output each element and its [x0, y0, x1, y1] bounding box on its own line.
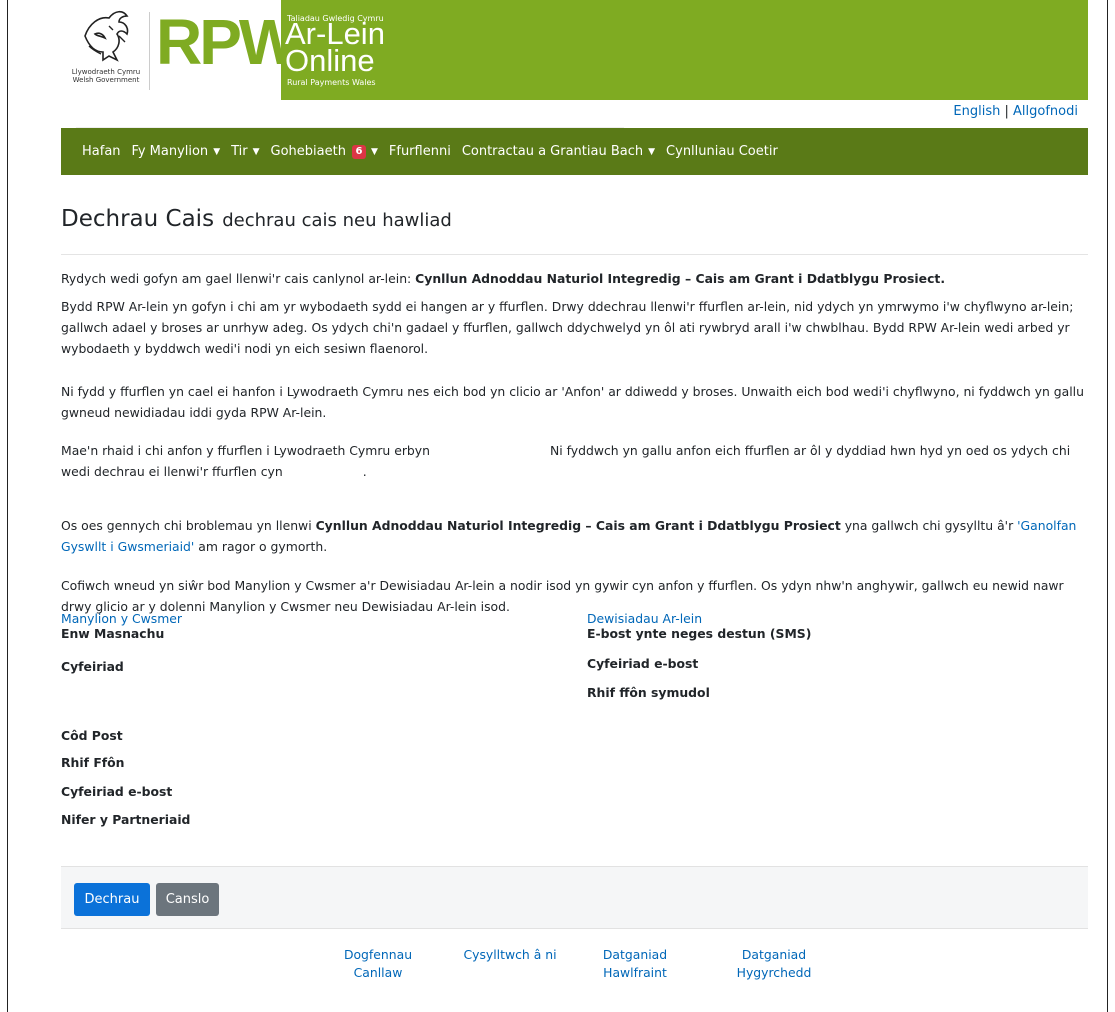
nav-ffurflenni[interactable]: Ffurflenni	[389, 144, 451, 159]
partners-label: Nifer y Partneriaid	[61, 812, 191, 827]
trading-name-label: Enw Masnachu	[61, 626, 165, 641]
customer-details-link[interactable]: Manylion y Cwsmer	[61, 611, 182, 627]
rpw-logo: RPW	[156, 6, 299, 78]
info-paragraph: Bydd RPW Ar-lein yn gofyn i chi am yr wy…	[61, 299, 1074, 356]
cancel-button[interactable]: Canslo	[156, 883, 219, 916]
header-strip	[76, 101, 624, 127]
phone-label: Rhif Ffôn	[61, 755, 125, 770]
check-details-paragraph: Cofiwch wneud yn siŵr bod Manylion y Cws…	[61, 578, 1064, 614]
chevron-down-icon: ▼	[370, 146, 378, 157]
english-link[interactable]: English	[953, 104, 1000, 119]
link-separator: |	[1004, 104, 1009, 119]
address-label: Cyfeiriad	[61, 659, 124, 674]
logout-link[interactable]: Allgofnodi	[1013, 104, 1078, 119]
logo-tagline-bottom: Rural Payments Wales	[287, 78, 376, 87]
start-button[interactable]: Dechrau	[74, 883, 150, 916]
help-paragraph: Os oes gennych chi broblemau yn llenwi C…	[61, 518, 1077, 554]
pref-email-label: Cyfeiriad e-bost	[587, 656, 699, 671]
nav-contractau[interactable]: Contractau a Grantiau Bach ▼	[462, 144, 655, 159]
divider	[61, 254, 1088, 255]
action-bar: Dechrau Canslo	[61, 866, 1088, 929]
footer-copyright-link[interactable]: Datganiad Hawlfraint	[596, 946, 674, 982]
email-label: Cyfeiriad e-bost	[61, 784, 173, 799]
footer-guidance-docs-link[interactable]: Dogfennau Canllaw	[335, 946, 421, 982]
submit-paragraph: Ni fydd y ffurflen yn cael ei hanfon i L…	[61, 384, 1084, 420]
page-subtitle: dechrau cais neu hawliad	[222, 210, 452, 231]
logo-ar-lein-online: Ar-Lein Online	[285, 16, 385, 78]
page-title-main: Dechrau Cais	[61, 206, 215, 232]
footer-accessibility-link[interactable]: Datganiad Hygyrchedd	[728, 946, 820, 982]
notification-badge: 6	[351, 144, 366, 159]
chevron-down-icon: ▼	[648, 146, 656, 157]
intro-paragraph: Rydych wedi gofyn am gael llenwi'r cais …	[61, 271, 946, 286]
ar-lein-online-logo: Taliadau Gwledig Cymru Ar-Lein Online Ru…	[285, 0, 407, 100]
chevron-down-icon: ▼	[213, 146, 221, 157]
dragon-icon	[84, 10, 129, 62]
welsh-government-text: Llywodraeth Cymru Welsh Government	[71, 68, 141, 84]
postcode-label: Côd Post	[61, 728, 123, 743]
site-banner: Llywodraeth Cymru Welsh Government RPW T…	[61, 0, 1088, 100]
deadline-paragraph: Mae'n rhaid i chi anfon y ffurflen i Lyw…	[61, 443, 1071, 479]
mobile-label: Rhif ffôn symudol	[587, 685, 710, 700]
page-title: Dechrau Cais dechrau cais neu hawliad	[61, 206, 452, 232]
online-preferences-link[interactable]: Dewisiadau Ar-lein	[587, 611, 702, 627]
top-links: English | Allgofnodi	[953, 104, 1078, 120]
nav-hafan[interactable]: Hafan	[82, 144, 121, 159]
contact-method-label: E-bost ynte neges destun (SMS)	[587, 626, 812, 641]
nav-gohebiaeth[interactable]: Gohebiaeth 6 ▼	[271, 144, 378, 159]
footer-contact-link[interactable]: Cysylltwch â ni	[452, 946, 568, 964]
nav-tir[interactable]: Tir ▼	[231, 144, 259, 159]
nav-cynlluniau-coetir[interactable]: Cynlluniau Coetir	[666, 144, 778, 159]
main-nav: Hafan Fy Manylion ▼ Tir ▼ Gohebiaeth 6 ▼ Ffu…	[61, 128, 1088, 175]
welsh-government-logo[interactable]: Llywodraeth Cymru Welsh Government RPW	[61, 0, 299, 100]
chevron-down-icon: ▼	[252, 146, 260, 157]
logo-divider	[149, 12, 150, 90]
nav-fy-manylion[interactable]: Fy Manylion ▼	[132, 144, 221, 159]
